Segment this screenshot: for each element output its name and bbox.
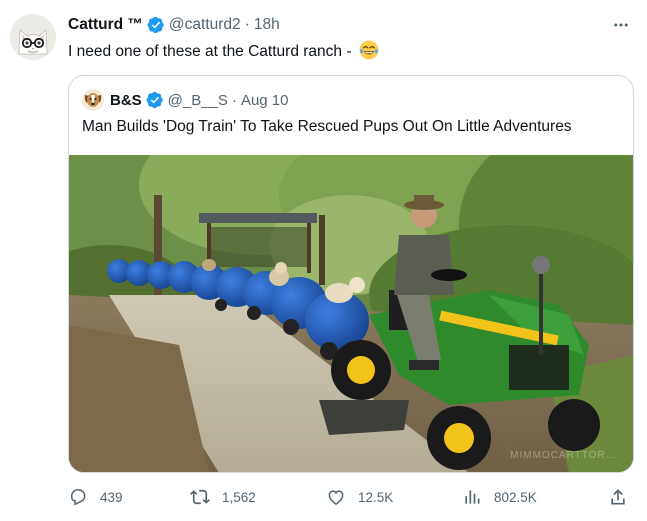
- tweet[interactable]: Catturd ™ @catturd2 · 18h I need one of …: [0, 0, 647, 521]
- tears-of-joy-emoji-icon: [359, 40, 379, 60]
- separator-dot: ·: [244, 16, 250, 33]
- more-options-button[interactable]: [609, 14, 633, 36]
- quoted-tweet-timestamp[interactable]: Aug 10: [241, 92, 289, 109]
- tweet-text: I need one of these at the Catturd ranch…: [68, 40, 379, 62]
- dog-train-photo: [69, 155, 633, 472]
- quoted-tweet-text: Man Builds 'Dog Train' To Take Rescued P…: [82, 118, 572, 135]
- verified-badge-icon: [147, 16, 164, 34]
- reply-icon: [71, 489, 86, 506]
- quoted-author-avatar[interactable]: [82, 89, 104, 111]
- separator-dot: ·: [231, 91, 237, 109]
- like-button[interactable]: 12.5K: [326, 484, 393, 510]
- author-display-name[interactable]: Catturd ™: [68, 16, 143, 34]
- cat-with-glasses-avatar-icon: [10, 14, 56, 60]
- dog-avatar-icon: [82, 89, 104, 111]
- retweet-button[interactable]: 1,562: [190, 484, 256, 510]
- quoted-tweet-media[interactable]: MIMMOCARTTOR...: [69, 155, 633, 472]
- quoted-author-display-name[interactable]: B&S: [110, 92, 142, 109]
- heart-icon: [328, 490, 344, 505]
- share-icon: [611, 489, 625, 505]
- reply-button[interactable]: 439: [68, 484, 123, 510]
- media-watermark: MIMMOCARTTOR...: [510, 450, 617, 461]
- share-button[interactable]: [608, 484, 628, 510]
- views-button[interactable]: 802.5K: [462, 484, 537, 510]
- author-avatar[interactable]: [10, 14, 56, 60]
- views-chart-icon: [465, 490, 480, 504]
- like-count: 12.5K: [358, 489, 394, 505]
- tweet-header: Catturd ™ @catturd2 · 18h: [68, 14, 627, 36]
- more-icon: [614, 23, 628, 27]
- author-handle[interactable]: @catturd2: [169, 16, 241, 34]
- quoted-tweet-header: B&S @_B__S · Aug 10: [82, 89, 288, 111]
- tweet-timestamp[interactable]: 18h: [254, 16, 280, 34]
- retweet-icon: [190, 489, 210, 505]
- tweet-actions: 439 1,562 12.5K 802.5K: [68, 484, 634, 510]
- quoted-author-handle[interactable]: @_B__S: [168, 92, 228, 109]
- tweet-text-content: I need one of these at the Catturd ranch…: [68, 43, 356, 60]
- reply-count: 439: [100, 489, 123, 505]
- retweet-count: 1,562: [222, 489, 256, 505]
- quoted-tweet[interactable]: B&S @_B__S · Aug 10 Man Builds 'Dog Trai…: [68, 75, 634, 473]
- verified-badge-icon: [146, 91, 163, 109]
- views-count: 802.5K: [494, 489, 537, 505]
